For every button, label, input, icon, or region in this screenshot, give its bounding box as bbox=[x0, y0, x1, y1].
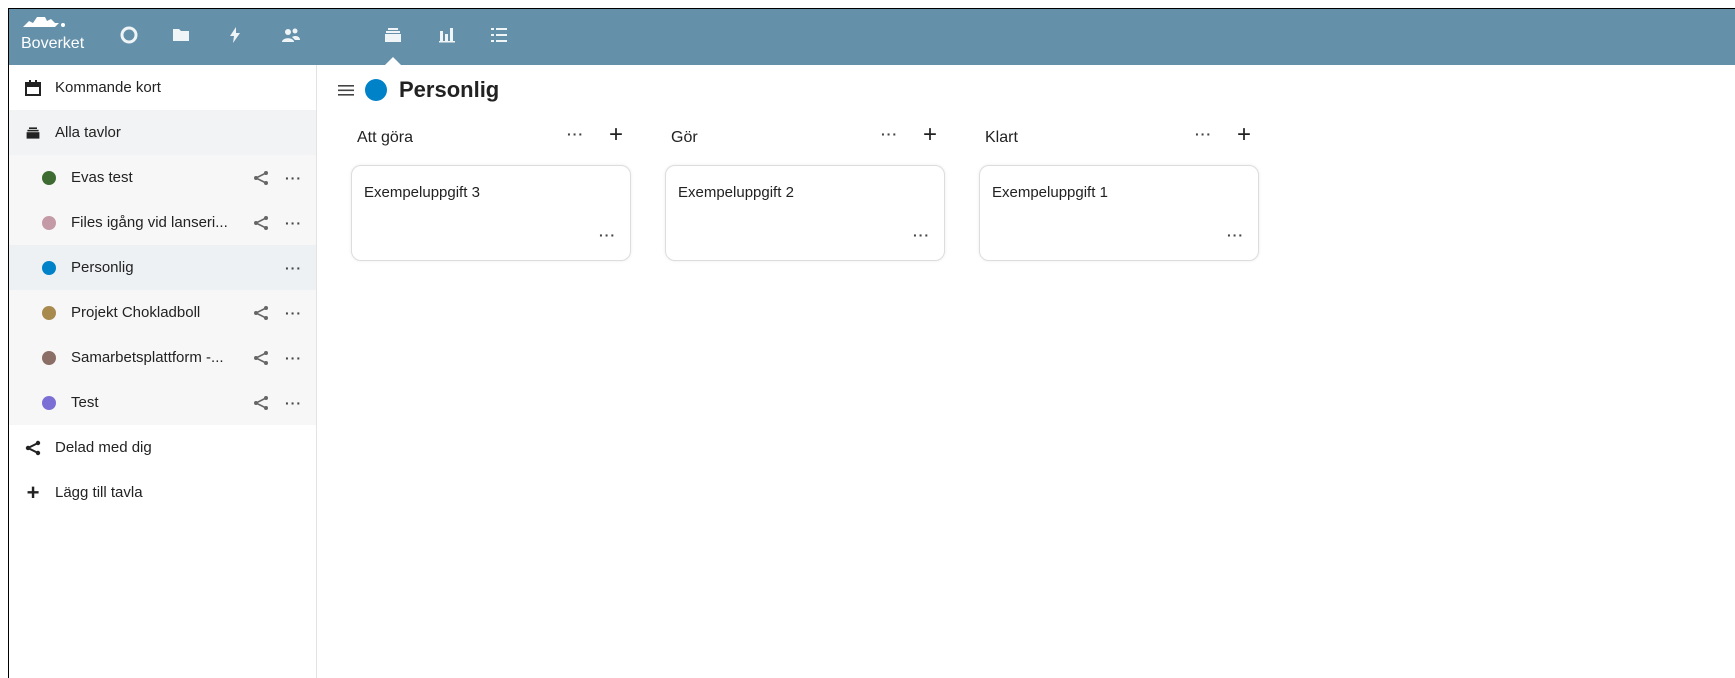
board-color-dot bbox=[42, 305, 56, 320]
board-item-evas-test[interactable]: Evas test ··· bbox=[9, 155, 316, 200]
board-color-dot bbox=[42, 260, 56, 275]
contacts-icon[interactable] bbox=[277, 21, 305, 49]
board-color-dot bbox=[365, 79, 387, 101]
board-label: Personlig bbox=[71, 259, 134, 276]
deck-icon[interactable] bbox=[379, 21, 407, 49]
more-options-icon[interactable]: ··· bbox=[285, 306, 302, 320]
share-icon[interactable] bbox=[253, 305, 269, 321]
board-color-dot bbox=[42, 215, 56, 230]
logo-text: Boverket bbox=[21, 35, 85, 52]
stack-more-icon[interactable]: ··· bbox=[567, 127, 584, 141]
share-icon[interactable] bbox=[253, 215, 269, 231]
share-icon[interactable] bbox=[253, 395, 269, 411]
board-label: Projekt Chokladboll bbox=[71, 304, 201, 321]
stack-header: Klart ··· + bbox=[979, 123, 1259, 153]
more-options-icon[interactable]: ··· bbox=[285, 396, 302, 410]
board-label: Test bbox=[71, 394, 99, 411]
stack-more-icon[interactable]: ··· bbox=[1195, 127, 1212, 141]
card-title: Exempeluppgift 1 bbox=[992, 184, 1108, 201]
share-icon bbox=[23, 438, 43, 458]
nav-shared-with-me[interactable]: Delad med dig bbox=[9, 425, 316, 470]
share-icon[interactable] bbox=[253, 350, 269, 366]
card-title: Exempeluppgift 2 bbox=[678, 184, 794, 201]
more-options-icon[interactable]: ··· bbox=[285, 261, 302, 275]
dashboard-icon[interactable] bbox=[115, 21, 143, 49]
card-title: Exempeluppgift 3 bbox=[364, 184, 480, 201]
analytics-icon[interactable] bbox=[433, 21, 461, 49]
board-color-dot bbox=[42, 395, 56, 410]
board-color-dot bbox=[42, 350, 56, 365]
stack-more-icon[interactable]: ··· bbox=[881, 127, 898, 141]
nav-upcoming-label: Kommande kort bbox=[55, 79, 161, 96]
share-icon[interactable] bbox=[253, 170, 269, 186]
tasks-icon[interactable] bbox=[485, 21, 513, 49]
board-header: Personlig bbox=[337, 77, 499, 103]
menu-toggle-icon[interactable] bbox=[337, 81, 355, 99]
add-card-icon[interactable]: + bbox=[1237, 123, 1251, 147]
card[interactable]: Exempeluppgift 3 ··· bbox=[351, 165, 631, 261]
stack-gor: Gör ··· + Exempeluppgift 2 ··· bbox=[665, 123, 945, 261]
boverket-logo[interactable]: Boverket bbox=[19, 13, 91, 61]
board-item-files[interactable]: Files igång vid lanseri... ··· bbox=[9, 200, 316, 245]
more-options-icon[interactable]: ··· bbox=[285, 216, 302, 230]
active-app-indicator bbox=[385, 57, 401, 65]
board-title: Personlig bbox=[399, 77, 500, 102]
stack-klart: Klart ··· + Exempeluppgift 1 ··· bbox=[979, 123, 1259, 261]
logo-icon bbox=[23, 17, 65, 27]
nav-shared-label: Delad med dig bbox=[55, 439, 152, 456]
board-item-samarbetsplattform[interactable]: Samarbetsplattform -... ··· bbox=[9, 335, 316, 380]
more-options-icon[interactable]: ··· bbox=[285, 171, 302, 185]
add-card-icon[interactable]: + bbox=[609, 123, 623, 147]
card-more-icon[interactable]: ··· bbox=[913, 228, 930, 242]
stack-title: Gör bbox=[671, 129, 698, 146]
board-item-test[interactable]: Test ··· bbox=[9, 380, 316, 425]
calendar-icon bbox=[23, 78, 43, 98]
activity-icon[interactable] bbox=[221, 21, 249, 49]
board-color-dot bbox=[42, 170, 56, 185]
stack-title: Att göra bbox=[357, 129, 414, 146]
plus-icon: + bbox=[26, 479, 40, 505]
stack-att-gora: Att göra ··· + Exempeluppgift 3 ··· bbox=[351, 123, 631, 261]
files-icon[interactable] bbox=[167, 21, 195, 49]
deck-icon bbox=[23, 123, 43, 143]
board-item-projekt-chokladboll[interactable]: Projekt Chokladboll ··· bbox=[9, 290, 316, 335]
top-bar: Boverket bbox=[9, 9, 1735, 65]
board-label: Evas test bbox=[71, 169, 133, 186]
stack-title: Klart bbox=[985, 129, 1018, 146]
stack-header: Att göra ··· + bbox=[351, 123, 631, 153]
board-label: Samarbetsplattform -... bbox=[71, 349, 224, 366]
nav-add-board-label: Lägg till tavla bbox=[55, 484, 143, 501]
sidebar: Kommande kort Alla tavlor Evas test ··· … bbox=[9, 65, 317, 678]
stack-header: Gör ··· + bbox=[665, 123, 945, 153]
card-more-icon[interactable]: ··· bbox=[599, 228, 616, 242]
board-view: Personlig Att göra ··· + Exempeluppgift … bbox=[317, 65, 1735, 678]
board-item-personlig[interactable]: Personlig ··· bbox=[9, 245, 316, 290]
nav-add-board[interactable]: + Lägg till tavla bbox=[9, 470, 316, 515]
add-card-icon[interactable]: + bbox=[923, 123, 937, 147]
more-options-icon[interactable]: ··· bbox=[285, 351, 302, 365]
nav-all-boards-label: Alla tavlor bbox=[55, 124, 121, 141]
board-label: Files igång vid lanseri... bbox=[71, 214, 228, 231]
nav-all-boards[interactable]: Alla tavlor bbox=[9, 110, 316, 155]
card[interactable]: Exempeluppgift 1 ··· bbox=[979, 165, 1259, 261]
card[interactable]: Exempeluppgift 2 ··· bbox=[665, 165, 945, 261]
card-more-icon[interactable]: ··· bbox=[1227, 228, 1244, 242]
nav-upcoming-cards[interactable]: Kommande kort bbox=[9, 65, 316, 110]
